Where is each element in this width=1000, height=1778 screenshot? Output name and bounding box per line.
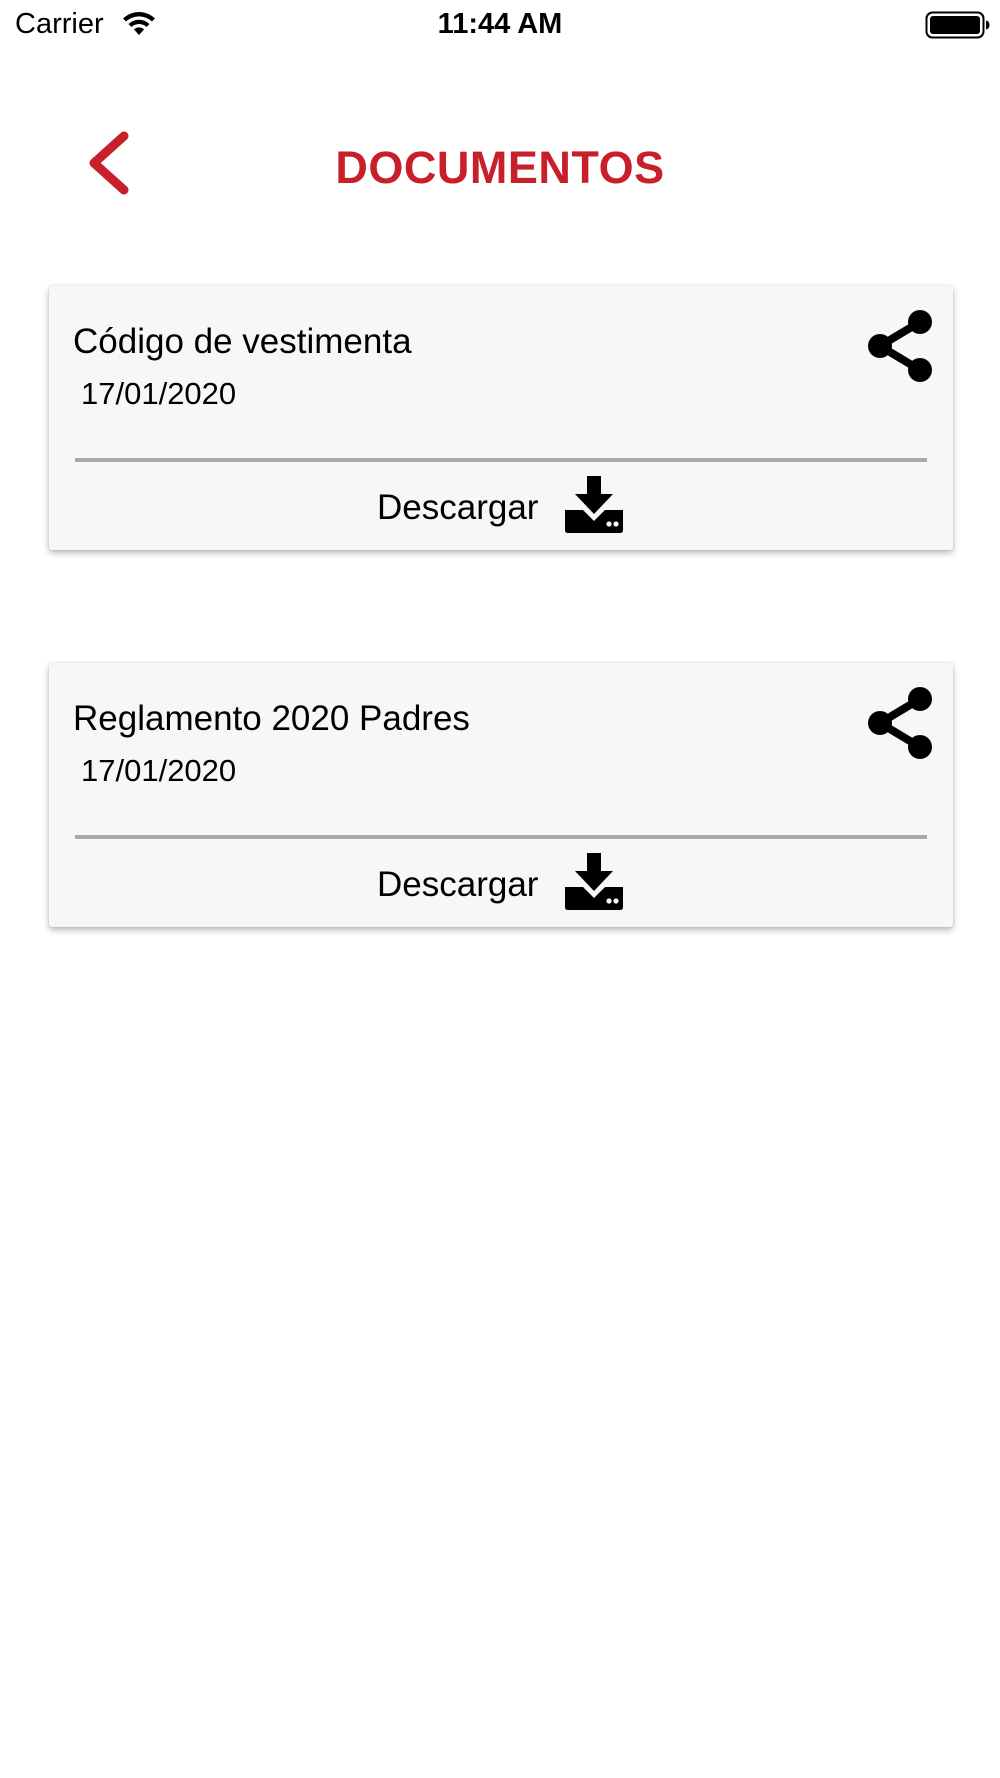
share-icon [868, 687, 932, 759]
download-label: Descargar [377, 865, 539, 904]
share-button[interactable] [866, 308, 934, 384]
share-button[interactable] [866, 685, 934, 761]
document-title: Reglamento 2020 Padres [73, 699, 470, 738]
download-label: Descargar [377, 488, 539, 527]
status-time: 11:44 AM [437, 8, 563, 40]
card-divider [75, 458, 927, 462]
document-card: Reglamento 2020 Padres 17/01/2020 Descar… [49, 663, 953, 927]
status-bar: Carrier 11:44 AM [0, 0, 1000, 52]
document-date: 17/01/2020 [81, 753, 237, 788]
page-title: DOCUMENTOS [335, 142, 665, 193]
document-date: 17/01/2020 [81, 376, 237, 411]
documents-screen: Carrier 11:44 AM DOCUMENTOS Código de ve… [0, 0, 1000, 1778]
download-icon [565, 853, 623, 910]
battery-icon [925, 11, 990, 39]
download-button[interactable]: Descargar [49, 464, 953, 550]
document-card: Código de vestimenta 17/01/2020 Descarga… [49, 286, 953, 550]
share-icon [868, 310, 932, 382]
download-icon [565, 476, 623, 533]
document-title: Código de vestimenta [73, 322, 412, 361]
download-button[interactable]: Descargar [49, 841, 953, 927]
card-divider [75, 835, 927, 839]
